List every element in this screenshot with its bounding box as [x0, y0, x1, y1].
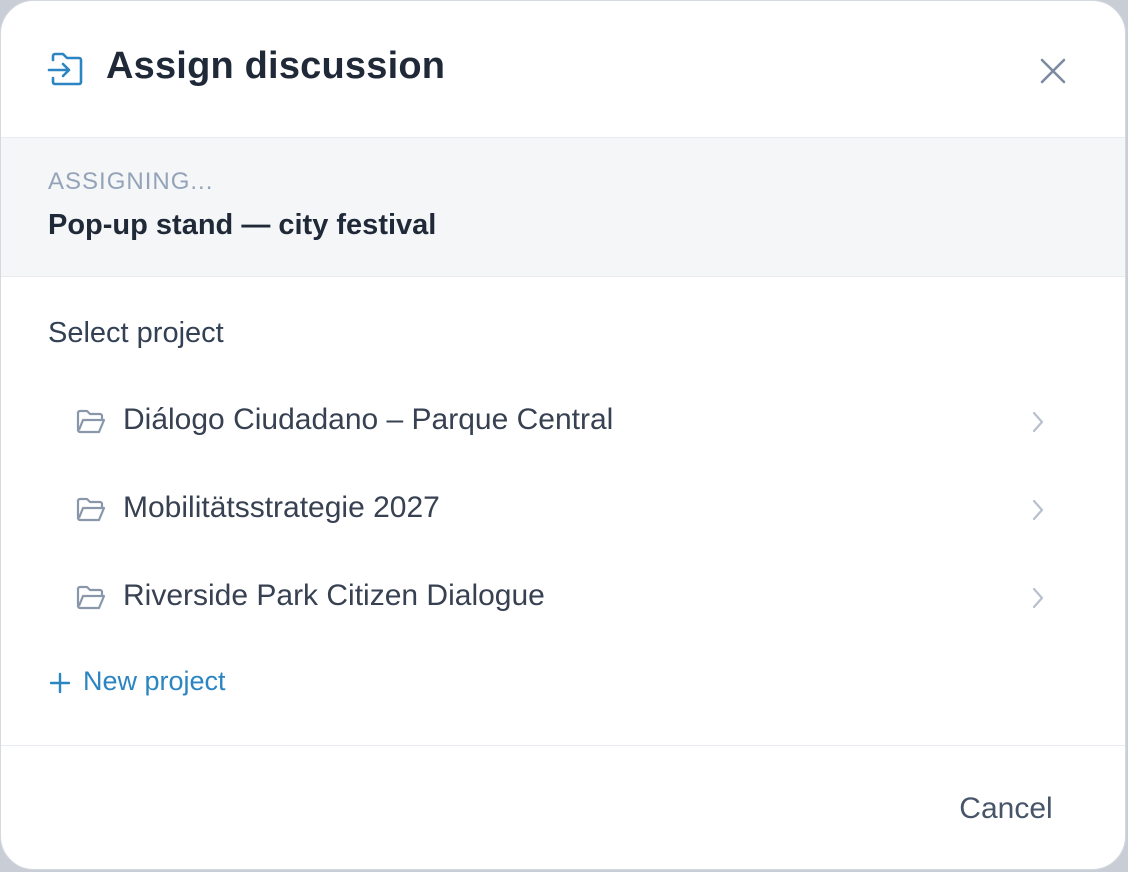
project-name: Riverside Park Citizen Dialogue	[123, 579, 545, 612]
chevron-right-icon	[1032, 411, 1044, 433]
chevron-right-icon	[1032, 499, 1044, 521]
assigning-label: ASSIGNING...	[48, 168, 214, 195]
assign-arrow-icon	[47, 52, 83, 86]
assign-discussion-dialog: Assign discussion ASSIGNING... Pop-up st…	[0, 0, 1126, 870]
project-name: Mobilitätsstrategie 2027	[123, 491, 440, 524]
project-name: Diálogo Ciudadano – Parque Central	[123, 403, 614, 436]
new-project-label: New project	[83, 666, 226, 696]
project-list-item[interactable]: Diálogo Ciudadano – Parque Central	[48, 383, 1079, 461]
folder-open-icon	[76, 409, 106, 434]
assigning-item-name: Pop-up stand — city festival	[48, 209, 437, 241]
chevron-right-icon	[1032, 587, 1044, 609]
folder-open-icon	[76, 585, 106, 610]
assigning-section: ASSIGNING... Pop-up stand — city festiva…	[1, 138, 1125, 277]
dialog-footer: Cancel	[1, 745, 1125, 869]
close-icon[interactable]	[1035, 53, 1071, 89]
folder-open-icon	[76, 497, 106, 522]
dialog-header: Assign discussion	[1, 1, 1125, 138]
project-list-item[interactable]: Riverside Park Citizen Dialogue	[48, 559, 1079, 637]
plus-icon	[49, 672, 71, 694]
select-project-label: Select project	[48, 317, 224, 349]
project-list-item[interactable]: Mobilitätsstrategie 2027	[48, 471, 1079, 549]
cancel-button[interactable]: Cancel	[941, 786, 1071, 834]
dialog-title: Assign discussion	[106, 45, 446, 87]
